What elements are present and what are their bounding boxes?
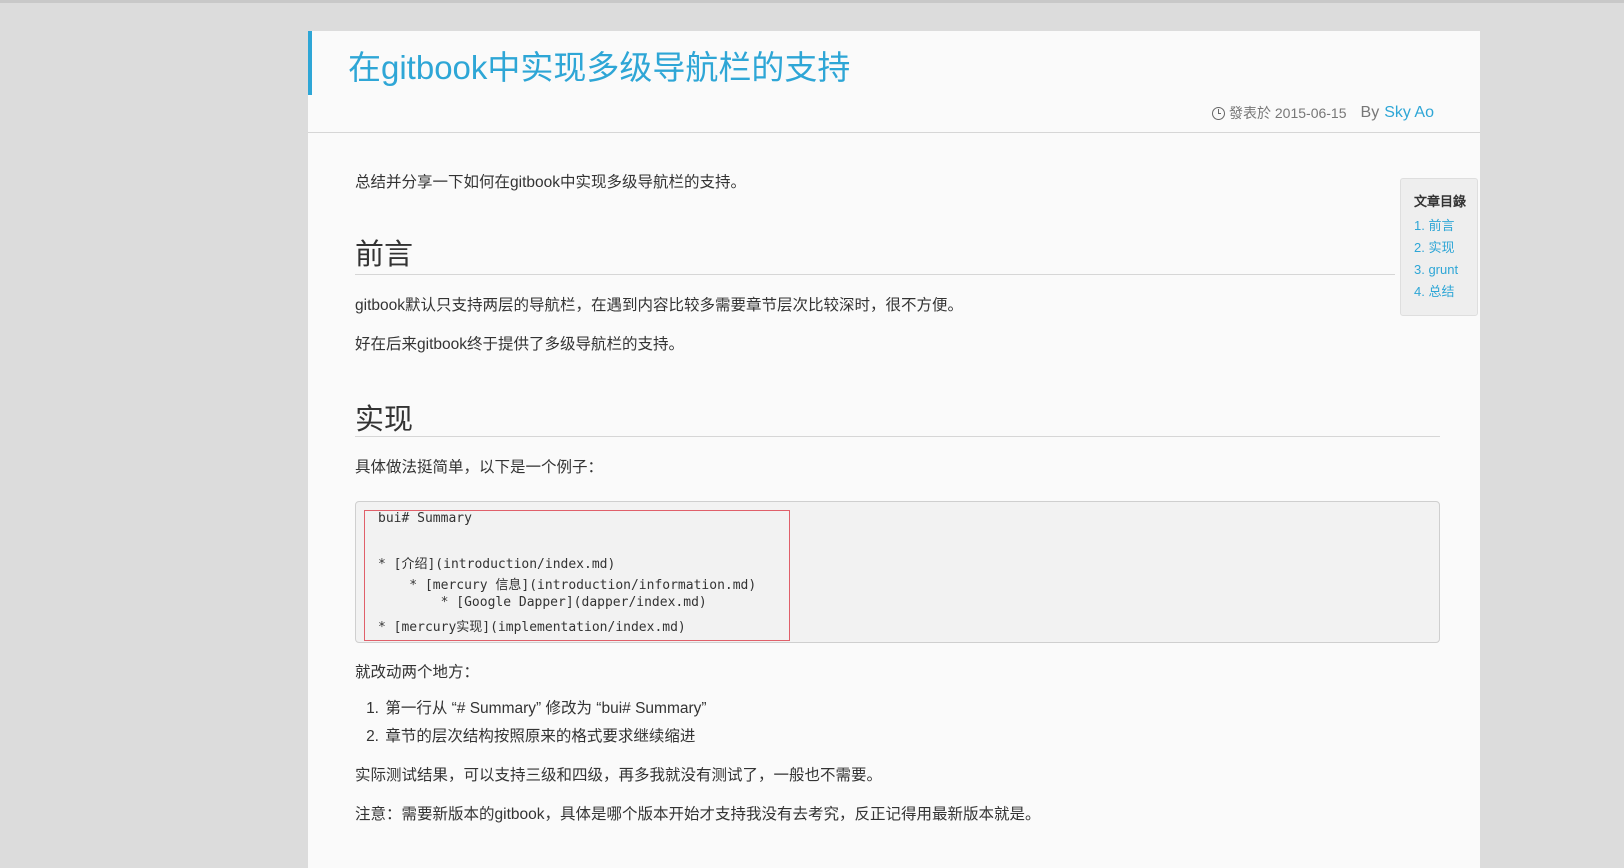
article-card: 在gitbook中实现多级导航栏的支持 發表於 2015-06-15 By Sk…	[308, 31, 1480, 868]
code-line: * [mercury实现](implementation/index.md)	[378, 620, 686, 635]
heading-implementation: 实现	[355, 404, 414, 436]
heading-preface: 前言	[355, 239, 414, 271]
table-of-contents: 文章目錄 1. 前言 2. 实现 3. grunt 4. 总结	[1400, 178, 1478, 316]
paragraph: 实际测试结果，可以支持三级和四级，再多我就没有测试了，一般也不需要。	[355, 767, 883, 784]
code-line: bui# Summary	[378, 511, 472, 526]
paragraph: 就改动两个地方：	[355, 664, 480, 681]
list-number: 1.	[366, 700, 379, 717]
top-edge	[0, 0, 1624, 3]
toc-title: 文章目錄	[1414, 194, 1467, 209]
article-title[interactable]: 在gitbook中实现多级导航栏的支持	[348, 41, 850, 89]
paragraph: 具体做法挺简单，以下是一个例子：	[355, 459, 604, 476]
code-line: * [介绍](introduction/index.md)	[378, 557, 616, 572]
list-number: 2.	[366, 728, 379, 745]
toc-item-summary[interactable]: 4. 总结	[1414, 281, 1477, 303]
toc-item-grunt[interactable]: 3. grunt	[1414, 259, 1477, 281]
title-accent-bar	[308, 31, 312, 95]
list-item: 1. 第一行从 “# Summary” 修改为 “bui# Summary”	[355, 695, 707, 723]
header-divider	[308, 132, 1480, 133]
toc-item-implementation[interactable]: 2. 实现	[1414, 237, 1477, 259]
toc-item-preface[interactable]: 1. 前言	[1414, 215, 1477, 237]
list-item: 2. 章节的层次结构按照原来的格式要求继续缩进	[355, 723, 707, 751]
note-paragraph: 注意：需要新版本的gitbook，具体是哪个版本开始才支持我没有去考究，反正记得…	[355, 806, 1041, 823]
list-text: 章节的层次结构按照原来的格式要求继续缩进	[385, 728, 696, 745]
changes-list: 1. 第一行从 “# Summary” 修改为 “bui# Summary” 2…	[355, 695, 707, 751]
post-meta: 發表於 2015-06-15 By Sky Ao	[1212, 103, 1434, 123]
clock-icon	[1212, 106, 1225, 120]
heading-rule	[355, 436, 1440, 437]
author-link[interactable]: Sky Ao	[1384, 104, 1434, 122]
by-label: By	[1360, 104, 1380, 121]
code-line: * [mercury 信息](introduction/information.…	[378, 578, 757, 593]
list-text: 第一行从 “# Summary” 修改为 “bui# Summary”	[385, 700, 707, 717]
code-block[interactable]: bui# Summary * [介绍](introduction/index.m…	[355, 501, 1440, 643]
intro-paragraph: 总结并分享一下如何在gitbook中实现多级导航栏的支持。	[355, 174, 746, 191]
published-date: 發表於 2015-06-15	[1229, 105, 1347, 121]
code-line: * [Google Dapper](dapper/index.md)	[378, 595, 707, 610]
paragraph: 好在后来gitbook终于提供了多级导航栏的支持。	[355, 336, 684, 353]
paragraph: gitbook默认只支持两层的导航栏，在遇到内容比较多需要章节层次比较深时，很不…	[355, 297, 963, 314]
heading-rule	[355, 274, 1395, 275]
